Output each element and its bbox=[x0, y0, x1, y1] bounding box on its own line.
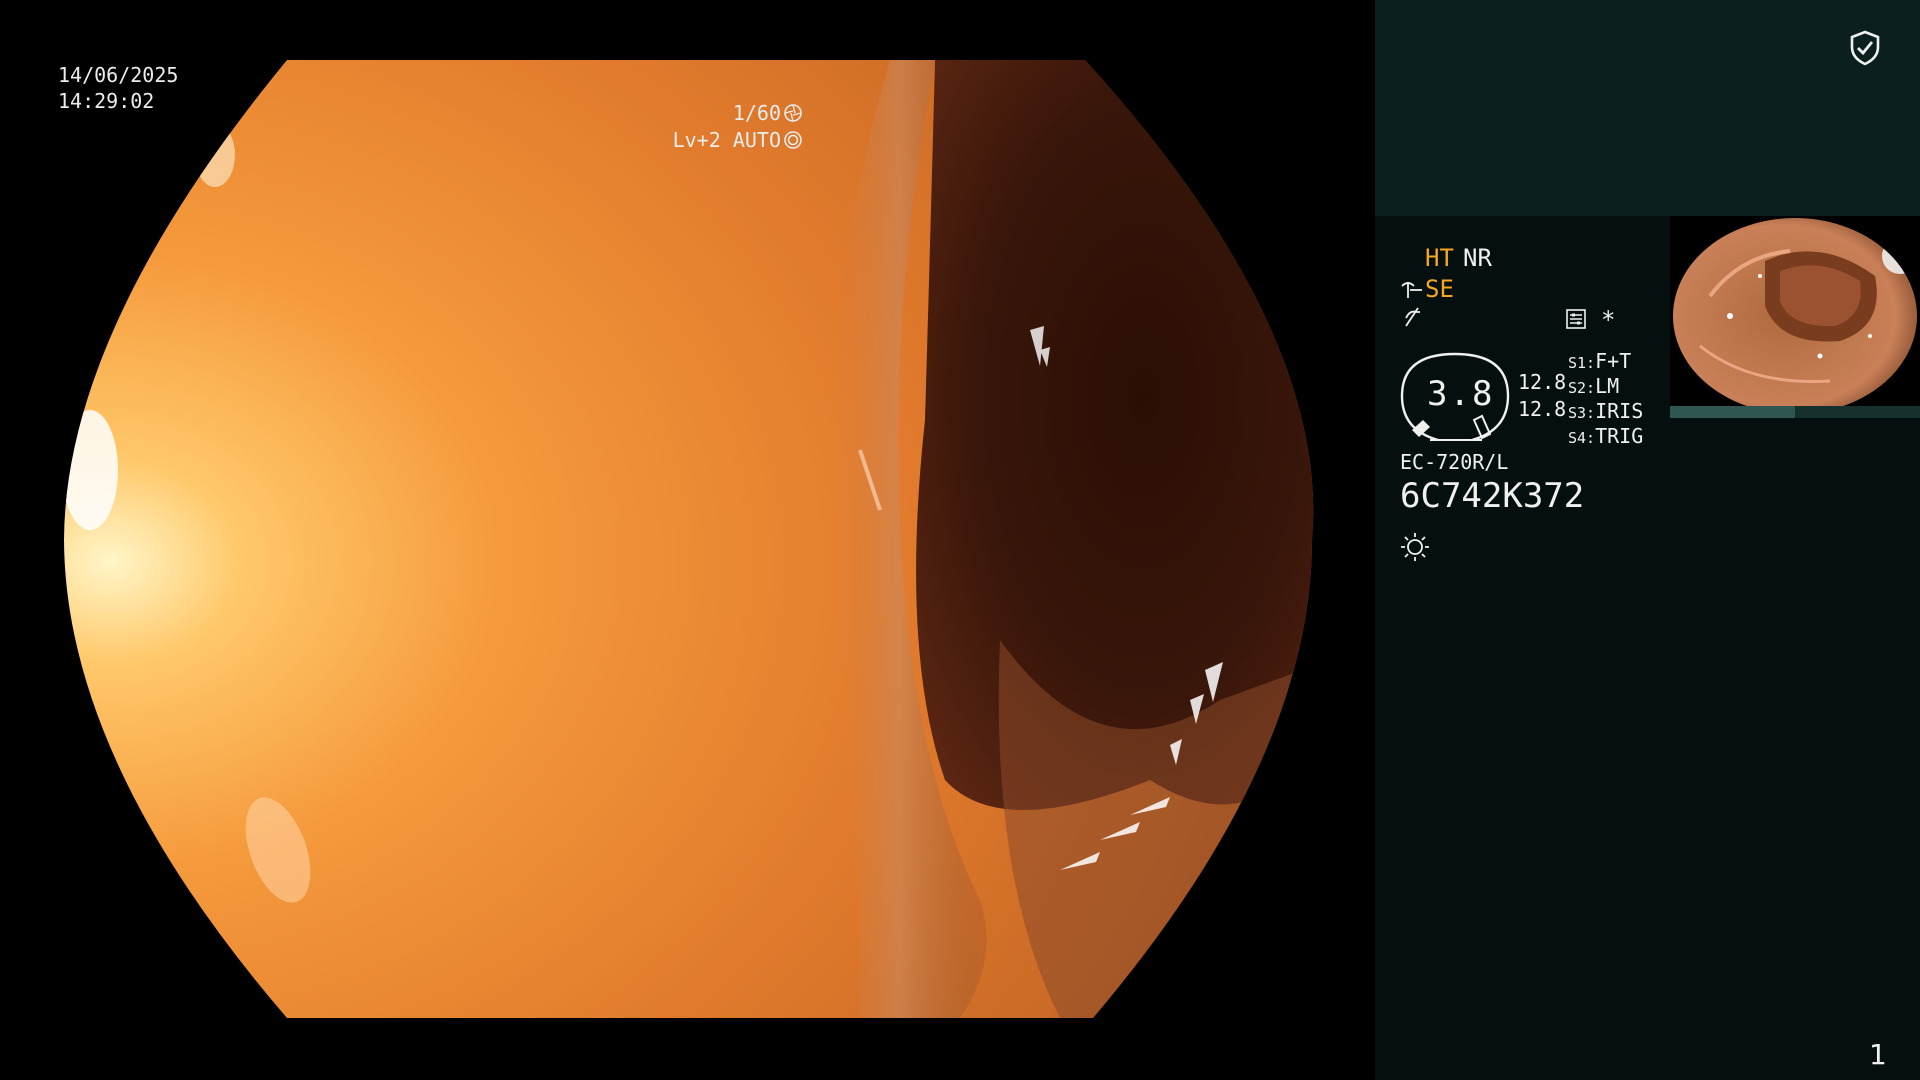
brightness-icon bbox=[1401, 533, 1429, 561]
thumbnail-status-bar bbox=[1670, 406, 1920, 418]
structure-enhancement-icon bbox=[1401, 282, 1422, 298]
switch-key: S1: bbox=[1568, 354, 1596, 372]
shutter-speed-text: 1/60 bbox=[732, 101, 781, 125]
info-panel-header bbox=[1375, 0, 1920, 216]
mode-ht-indicator: HT bbox=[1425, 244, 1454, 272]
page-number: 1 bbox=[1869, 1038, 1887, 1071]
settings-list-icon bbox=[1566, 309, 1586, 329]
captured-image-thumbnail[interactable] bbox=[1670, 216, 1920, 416]
freeze-icon bbox=[1405, 307, 1420, 327]
scope-serial-number: 6C742K372 bbox=[1400, 476, 1585, 516]
switch-key: S2: bbox=[1568, 379, 1596, 397]
shutter-icon bbox=[784, 104, 802, 122]
time-readout: 14:29:02 bbox=[58, 89, 155, 113]
iris-level-text: Lv+2 AUTO bbox=[672, 128, 781, 152]
endoscope-live-view: 14/06/2025 14:29:02 1/60 Lv+2 AUTO bbox=[0, 0, 1375, 1080]
readout-value-b: 12.8 bbox=[1518, 397, 1567, 421]
auto-iris-icon bbox=[784, 131, 802, 149]
scope-model: EC-720R/L bbox=[1400, 450, 1509, 474]
switch-key: S4: bbox=[1568, 429, 1596, 447]
info-panel: HT NR SE * 3.8 12.8 12.8 S1:F+T S2:LM S3… bbox=[1375, 0, 1920, 1080]
shield-check-icon bbox=[1850, 30, 1880, 66]
mode-nr-indicator: NR bbox=[1463, 244, 1492, 272]
date-readout: 14/06/2025 bbox=[58, 63, 179, 87]
switch-s1: S1:F+T bbox=[1568, 349, 1631, 373]
shutter-readout: 1/60 bbox=[733, 100, 803, 126]
iris-level-readout: Lv+2 AUTO bbox=[673, 127, 803, 153]
switch-s3: S3:IRIS bbox=[1568, 399, 1643, 423]
asterisk-indicator: * bbox=[1601, 306, 1616, 334]
dial-value: 3.8 bbox=[1427, 374, 1495, 414]
switch-key: S3: bbox=[1568, 404, 1596, 422]
switch-value: TRIG bbox=[1595, 424, 1644, 448]
switch-value: F+T bbox=[1595, 349, 1632, 373]
thumbnail-status-fill bbox=[1670, 406, 1795, 418]
switch-value: IRIS bbox=[1595, 399, 1644, 423]
mode-se-indicator: SE bbox=[1425, 275, 1454, 303]
readout-value-a: 12.8 bbox=[1518, 370, 1567, 394]
endoscopic-image bbox=[64, 60, 1314, 1018]
switch-value: LM bbox=[1595, 374, 1620, 398]
switch-s2: S2:LM bbox=[1568, 374, 1619, 398]
switch-s4: S4:TRIG bbox=[1568, 424, 1643, 448]
